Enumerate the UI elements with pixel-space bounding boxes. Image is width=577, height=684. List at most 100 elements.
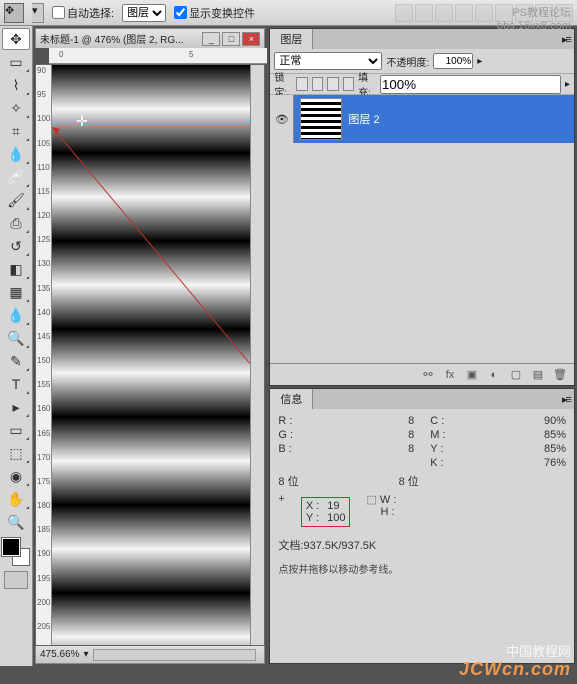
k-value: 76% <box>544 457 566 469</box>
crop-tool[interactable]: ⌗ <box>2 120 30 142</box>
visibility-toggle-icon[interactable]: 👁 <box>270 95 294 143</box>
color-swatches[interactable] <box>2 538 30 566</box>
align-icon[interactable] <box>415 4 433 22</box>
layer-mask-icon[interactable]: ▣ <box>464 367 480 383</box>
zoom-tool[interactable]: 🔍 <box>2 511 30 533</box>
adjustment-layer-icon[interactable]: ◐ <box>486 367 502 383</box>
align-icon[interactable] <box>395 4 413 22</box>
align-icon[interactable] <box>475 4 493 22</box>
pen-tool[interactable]: ✎ <box>2 350 30 372</box>
panel-menu-icon[interactable]: ▸≡ <box>558 393 574 406</box>
eyedropper-tool[interactable]: 💧 <box>2 143 30 165</box>
brush-tool[interactable]: 🖌 <box>2 189 30 211</box>
horizontal-scrollbar[interactable] <box>93 649 257 661</box>
document-size: 文档:937.5K/937.5K <box>278 537 566 553</box>
document-title: 未标题-1 @ 476% (图层 2, RG... <box>40 31 184 46</box>
3d-camera-tool[interactable]: ◉ <box>2 465 30 487</box>
distribute-icon[interactable] <box>515 4 533 22</box>
info-hint-text: 点按并拖移以移动参考线。 <box>278 561 566 576</box>
marquee-tool[interactable]: ▭ <box>2 51 30 73</box>
layer-fx-icon[interactable]: fx <box>442 367 458 383</box>
delete-layer-icon[interactable]: 🗑 <box>552 367 568 383</box>
x-label: X : <box>306 500 319 512</box>
blur-tool[interactable]: 💧 <box>2 304 30 326</box>
align-icon[interactable] <box>435 4 453 22</box>
move-tool-preview: ✥ <box>4 3 24 23</box>
r-value: 8 <box>408 415 414 427</box>
show-transform-label: 显示变换控件 <box>189 5 255 21</box>
dodge-tool[interactable]: 🔍 <box>2 327 30 349</box>
m-value: 85% <box>544 429 566 441</box>
distribute-icon[interactable] <box>555 4 573 22</box>
minimize-button[interactable]: _ <box>202 32 220 46</box>
blend-mode-select[interactable]: 正常 <box>274 52 382 70</box>
tool-preset-dropdown[interactable]: ▾ <box>32 3 44 23</box>
lock-pixels-icon[interactable] <box>312 77 323 91</box>
fill-arrow-icon[interactable]: ▸ <box>565 79 570 90</box>
y-label: Y : <box>430 443 443 455</box>
auto-select-checkbox[interactable]: 自动选择: <box>52 5 114 21</box>
hand-tool[interactable]: ✋ <box>2 488 30 510</box>
show-transform-check[interactable] <box>174 6 187 19</box>
fill-input[interactable] <box>380 75 561 94</box>
zoom-dropdown-icon[interactable]: ▾ <box>83 649 88 660</box>
maximize-button[interactable]: □ <box>222 32 240 46</box>
lasso-tool[interactable]: ⌇ <box>2 74 30 96</box>
layers-panel-footer: ⚯ fx ▣ ◐ ▢ ▤ 🗑 <box>270 363 574 385</box>
layers-tab[interactable]: 图层 <box>270 29 313 49</box>
opacity-input[interactable] <box>433 53 473 69</box>
w-label: W : <box>380 494 397 506</box>
h-label: H : <box>380 506 394 518</box>
show-transform-checkbox[interactable]: 显示变换控件 <box>174 5 255 21</box>
layer-thumbnail[interactable] <box>300 98 342 140</box>
healing-brush-tool[interactable]: 🩹 <box>2 166 30 188</box>
gradient-tool[interactable]: ▦ <box>2 281 30 303</box>
k-label: K : <box>430 457 443 469</box>
vertical-ruler[interactable]: 90 95 100 105 110 115 120 125 130 135 14… <box>36 65 52 645</box>
distribute-icon[interactable] <box>535 4 553 22</box>
clone-stamp-tool[interactable]: ⎙ <box>2 212 30 234</box>
lock-position-icon[interactable] <box>327 77 338 91</box>
type-tool[interactable]: T <box>2 373 30 395</box>
move-tool[interactable]: ✥ <box>2 28 30 50</box>
path-selection-tool[interactable]: ▸ <box>2 396 30 418</box>
document-titlebar[interactable]: 未标题-1 @ 476% (图层 2, RG... _ □ × <box>35 28 265 48</box>
guide-cursor-icon: ✛ <box>76 113 88 130</box>
new-layer-icon[interactable]: ▤ <box>530 367 546 383</box>
dimensions-icon: ⬚ <box>366 494 379 506</box>
layer-group-icon[interactable]: ▢ <box>508 367 524 383</box>
auto-select-check[interactable] <box>52 6 65 19</box>
ypos-value: 100 <box>327 512 345 524</box>
quick-mask-toggle[interactable] <box>4 571 28 589</box>
panel-menu-icon[interactable]: ▸≡ <box>558 33 574 46</box>
foreground-color[interactable] <box>2 538 20 556</box>
layer-row[interactable]: 👁 图层 2 <box>270 95 574 143</box>
auto-select-target[interactable]: 图层 <box>122 4 166 22</box>
layer-name[interactable]: 图层 2 <box>348 111 379 127</box>
g-label: G : <box>278 429 293 441</box>
canvas[interactable]: ✛ <box>52 65 250 645</box>
document-status-bar: 475.66% ▾ <box>35 646 265 664</box>
b-value: 8 <box>408 443 414 455</box>
opacity-arrow-icon[interactable]: ▸ <box>477 56 482 67</box>
info-tab[interactable]: 信息 <box>270 389 313 409</box>
align-icon[interactable] <box>455 4 473 22</box>
magic-wand-tool[interactable]: ✧ <box>2 97 30 119</box>
horizontal-ruler[interactable]: 0 5 0 <box>49 48 267 64</box>
layers-panel: 图层 ▸≡ 正常 不透明度: ▸ 锁定: 填充: ▸ 👁 <box>269 28 575 386</box>
close-button[interactable]: × <box>242 32 260 46</box>
canvas-content <box>52 65 250 645</box>
link-layers-icon[interactable]: ⚯ <box>420 367 436 383</box>
shape-tool[interactable]: ▭ <box>2 419 30 441</box>
x-value: 19 <box>327 500 339 512</box>
align-icon[interactable] <box>495 4 513 22</box>
lock-transparency-icon[interactable] <box>296 77 307 91</box>
info-panel: 信息 ▸≡ R :8 C :90% G :8 M :85% B :8 Y :85… <box>269 388 575 664</box>
eraser-tool[interactable]: ◧ <box>2 258 30 280</box>
lock-all-icon[interactable] <box>343 77 354 91</box>
history-brush-tool[interactable]: ↺ <box>2 235 30 257</box>
3d-tool[interactable]: ⬚ <box>2 442 30 464</box>
vertical-scrollbar[interactable] <box>250 65 264 645</box>
zoom-level[interactable]: 475.66% <box>40 649 79 660</box>
opacity-label: 不透明度: <box>386 54 429 69</box>
